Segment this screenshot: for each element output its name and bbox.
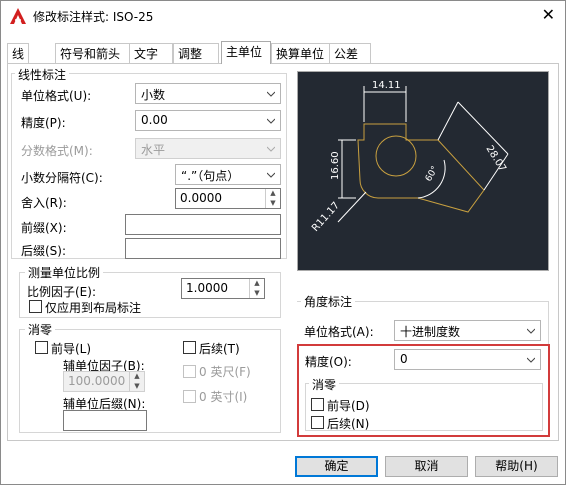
preview-dim-top-lines (363, 86, 407, 122)
precision-value: 0.00 (141, 113, 168, 127)
layout-only-label: 仅应用到布局标注 (45, 301, 142, 315)
tab-tolerances[interactable]: 公差 (329, 43, 371, 63)
spin-up-icon[interactable]: ▲ (266, 189, 280, 199)
dim-radius-text: R11.17 (310, 200, 342, 234)
decimal-separator-label: 小数分隔符(C): (21, 171, 103, 185)
tab-fit[interactable]: 调整 (173, 43, 219, 63)
inches-label: 0 英寸(I) (199, 390, 248, 404)
window-title: 修改标注样式: ISO-25 (33, 10, 154, 24)
angular-precision-select[interactable]: 0 (394, 349, 541, 370)
angular-zero-group-label: 消零 (309, 376, 340, 393)
prefix-input[interactable] (125, 214, 281, 235)
decimal-separator-value: “.”（句点） (181, 169, 240, 183)
scale-group-label: 测量单位比例 (25, 264, 104, 281)
trailing-zero-label: 后续(T) (199, 342, 240, 356)
ok-button[interactable]: 确定 (295, 456, 378, 477)
preview-pane: 14.11 16.60 28.07 60° R11.17 (297, 71, 549, 271)
round-off-value: 0.0000 (180, 191, 222, 205)
precision-label: 精度(P): (21, 116, 66, 130)
chevron-down-icon (267, 172, 275, 178)
angular-precision-label: 精度(O): (305, 355, 352, 369)
leading-zero-label: 前导(L) (51, 342, 92, 356)
unit-format-value: 小数 (141, 88, 166, 102)
suffix-input[interactable] (125, 238, 281, 259)
title-bar: 修改标注样式: ISO-25 ✕ (1, 1, 565, 31)
close-icon[interactable]: ✕ (542, 5, 555, 24)
angular-unit-format-value: 十进制度数 (400, 325, 461, 339)
angular-group-label: 角度标注 (301, 293, 356, 310)
dimension-preview-drawing: 14.11 16.60 28.07 60° R11.17 (310, 80, 509, 234)
feet-checkbox[interactable] (183, 365, 196, 378)
chevron-down-icon (267, 118, 275, 124)
sub-unit-factor-input[interactable]: 100.0000 ▲ ▼ (63, 371, 145, 392)
chevron-down-icon (267, 91, 275, 97)
scale-factor-label: 比例因子(E): (27, 285, 96, 299)
spin-down-icon[interactable]: ▼ (130, 382, 144, 392)
angular-precision-value: 0 (400, 352, 408, 366)
sub-unit-factor-spinner[interactable]: ▲ ▼ (129, 372, 144, 391)
angular-trailing-label: 后续(N) (327, 417, 370, 431)
prefix-label: 前缀(X): (21, 221, 67, 235)
chevron-down-icon (527, 328, 535, 334)
angular-unit-format-label: 单位格式(A): (304, 325, 374, 339)
precision-select[interactable]: 0.00 (135, 110, 281, 131)
scale-factor-spinner[interactable]: ▲ ▼ (249, 279, 264, 298)
suffix-label: 后缀(S): (21, 244, 67, 258)
tab-symbols-arrows[interactable]: 符号和箭头 (55, 43, 131, 63)
linear-group-label: 线性标注 (15, 66, 70, 83)
leading-zero-checkbox[interactable] (35, 341, 48, 354)
tab-lines[interactable]: 线 (7, 43, 29, 63)
round-off-spinner[interactable]: ▲ ▼ (265, 189, 280, 208)
preview-dim-right-lines (437, 101, 509, 191)
sub-unit-suffix-input[interactable] (63, 410, 147, 431)
scale-factor-input[interactable]: 1.0000 ▲ ▼ (181, 278, 265, 299)
cancel-button[interactable]: 取消 (385, 456, 468, 477)
chevron-down-icon (527, 357, 535, 363)
decimal-separator-select[interactable]: “.”（句点） (175, 164, 281, 185)
unit-format-select[interactable]: 小数 (135, 83, 281, 104)
angular-leading-label: 前导(D) (327, 399, 370, 413)
tab-alternate-units[interactable]: 换算单位 (271, 43, 331, 63)
trailing-zero-checkbox[interactable] (183, 341, 196, 354)
angular-leading-checkbox[interactable] (311, 398, 324, 411)
fraction-format-label: 分数格式(M): (21, 144, 93, 158)
unit-format-label: 单位格式(U): (21, 89, 92, 103)
zero-suppression-group-label: 消零 (25, 321, 56, 338)
layout-only-checkbox[interactable] (29, 300, 42, 313)
scale-factor-value: 1.0000 (186, 281, 228, 295)
spin-down-icon[interactable]: ▼ (266, 199, 280, 209)
sub-unit-factor-value: 100.0000 (68, 374, 126, 388)
tab-primary-units[interactable]: 主单位 (221, 41, 271, 64)
angular-unit-format-select[interactable]: 十进制度数 (394, 320, 541, 341)
fraction-format-select[interactable]: 水平 (135, 138, 281, 159)
spin-up-icon[interactable]: ▲ (250, 279, 264, 289)
dialog-window: 修改标注样式: ISO-25 ✕ 线 符号和箭头 文字 调整 主单位 换算单位 … (0, 0, 566, 485)
preview-hole-circle (375, 135, 417, 177)
chevron-down-icon (267, 146, 275, 152)
round-off-label: 舍入(R): (21, 196, 67, 210)
preview-part-outline (357, 123, 485, 213)
autocad-logo-icon (10, 8, 26, 24)
fraction-format-value: 水平 (141, 143, 166, 157)
dim-top-text: 14.11 (372, 80, 401, 91)
help-button[interactable]: 帮助(H) (475, 456, 558, 477)
dim-angle-text: 60° (424, 165, 441, 184)
spin-up-icon[interactable]: ▲ (130, 372, 144, 382)
angular-trailing-checkbox[interactable] (311, 416, 324, 429)
round-off-input[interactable]: 0.0000 ▲ ▼ (175, 188, 281, 209)
feet-label: 0 英尺(F) (199, 365, 251, 379)
dim-left-text: 16.60 (330, 151, 341, 180)
tab-text[interactable]: 文字 (129, 43, 173, 63)
inches-checkbox[interactable] (183, 390, 196, 403)
spin-down-icon[interactable]: ▼ (250, 289, 264, 299)
